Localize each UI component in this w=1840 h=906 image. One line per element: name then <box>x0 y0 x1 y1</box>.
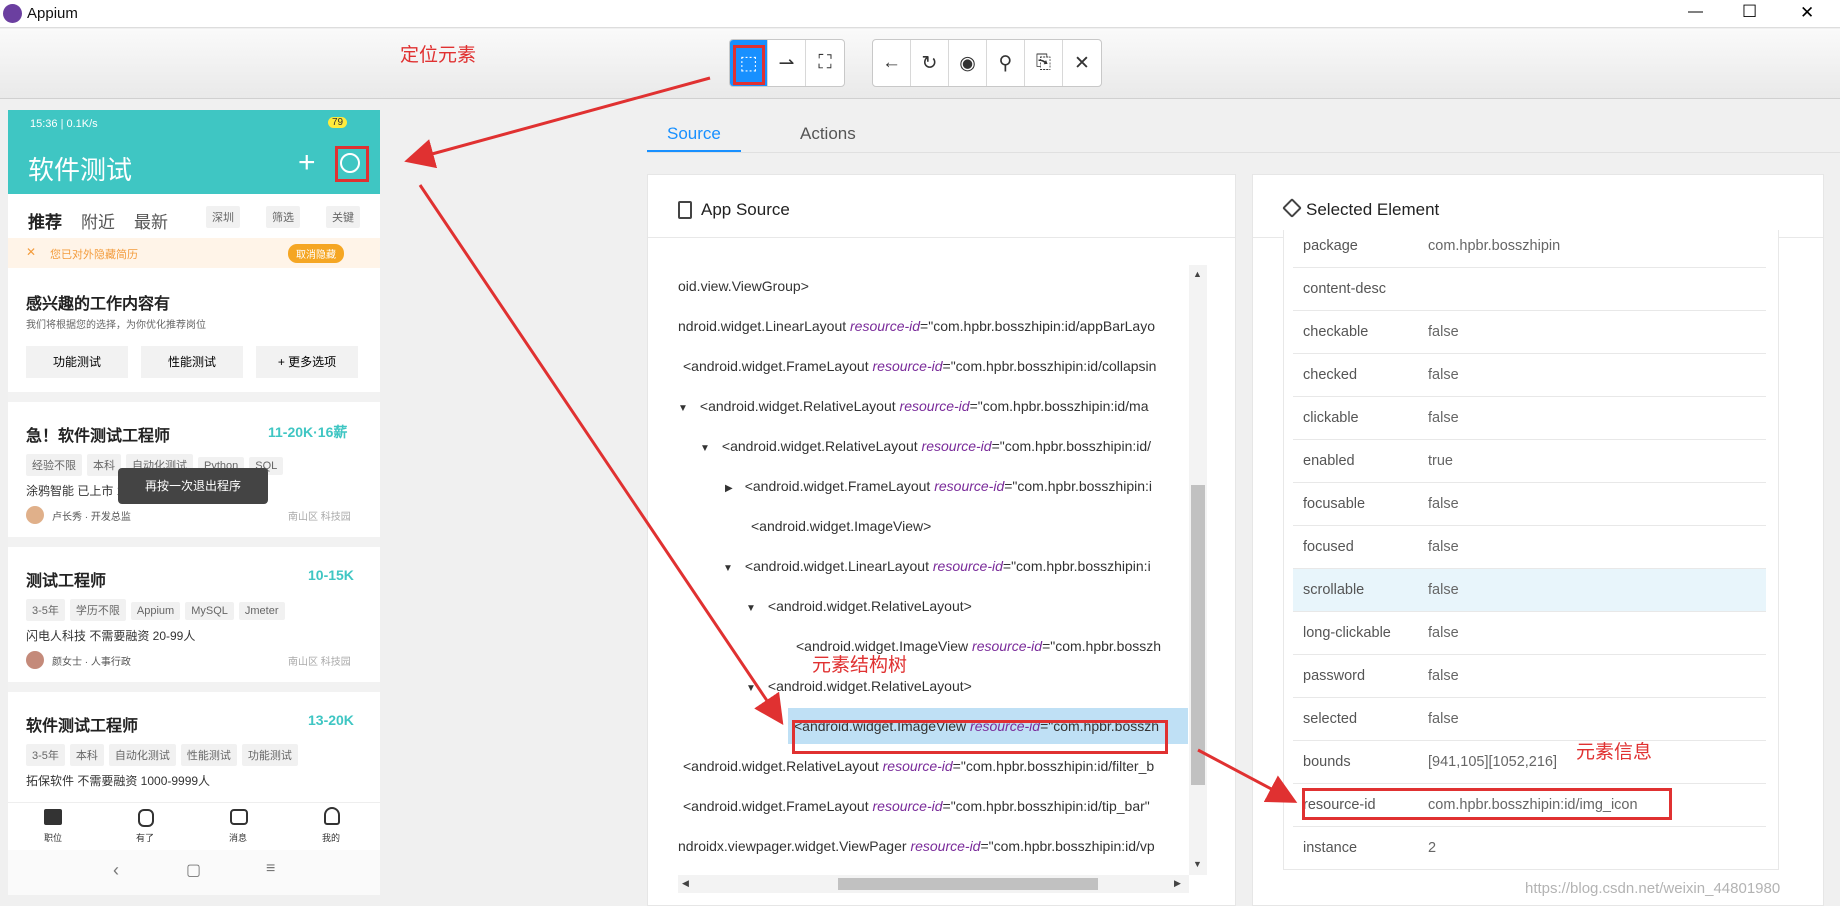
annotation-arrows <box>404 76 1298 803</box>
tree-arrow <box>418 184 784 725</box>
info-arrow <box>1197 748 1298 803</box>
locate-arrow <box>404 76 711 169</box>
